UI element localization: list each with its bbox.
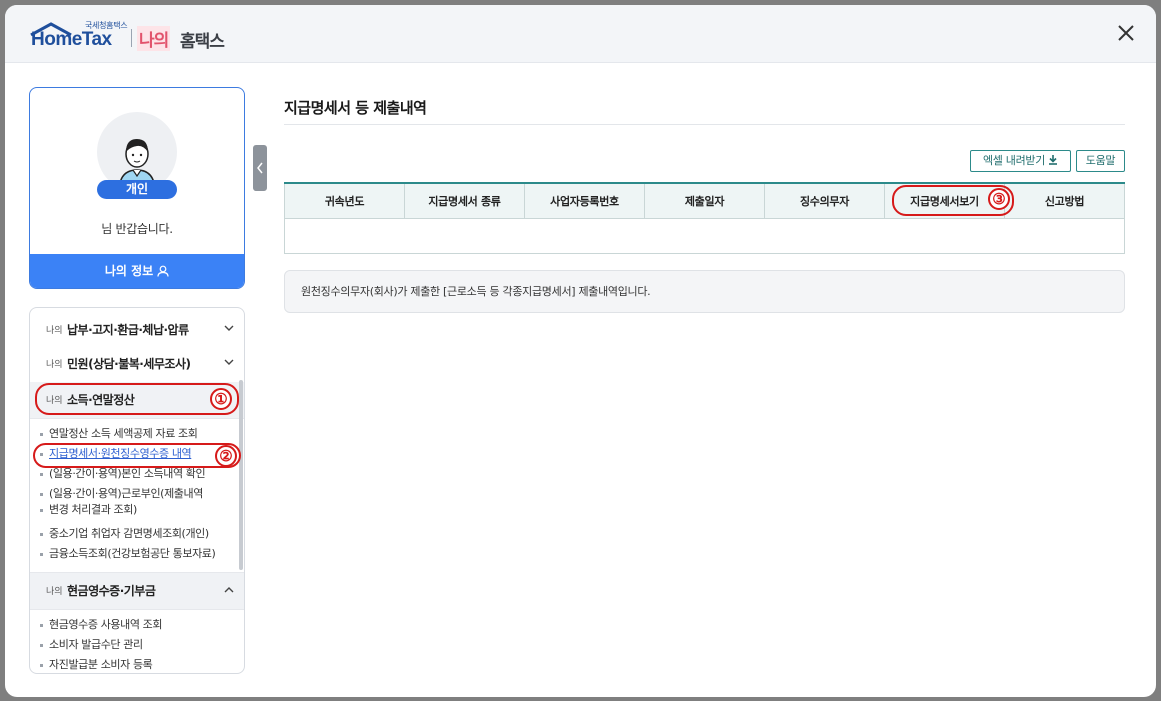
modal-header: 국세청홈택스 HomeTax 나의 홈택스 [5, 5, 1156, 63]
menu-section-payment[interactable]: 나의 납부·고지·환급·체납·압류 [30, 312, 244, 348]
annotation-number-3: ③ [988, 188, 1010, 210]
my-info-label: 나의 정보 [104, 264, 154, 278]
download-icon [1049, 155, 1058, 165]
logo-mine: 나의 [137, 26, 171, 51]
sidebar-collapse-toggle[interactable] [253, 145, 267, 191]
close-button[interactable] [1114, 21, 1138, 45]
submenu-item[interactable]: 금융소득조회(건강보험공단 통보자료) [40, 546, 216, 562]
annotation-oval-1 [35, 383, 239, 415]
submenu-item[interactable]: 소비자 발급수단 관리 [40, 637, 143, 653]
chevron-down-icon [224, 359, 234, 365]
menu-prefix: 나의 [46, 360, 63, 370]
logo-hometax-text: 홈택스 [180, 32, 225, 52]
chevron-up-icon [224, 587, 234, 593]
submenu-item-continuation[interactable]: 변경 처리결과 조회) [40, 502, 137, 518]
help-button[interactable]: 도움말 [1076, 150, 1125, 172]
table-empty-row [284, 217, 1125, 254]
greeting-text: 님 반갑습니다. [101, 222, 173, 236]
annotation-number-1: ① [210, 388, 232, 410]
my-info-button[interactable]: 나의 정보 [30, 254, 244, 288]
annotation-number-2: ② [215, 445, 237, 467]
menu-section-cash-receipt[interactable]: 나의 현금영수증·기부금 [30, 573, 244, 609]
submenu-item[interactable]: 현금영수증 사용내역 조회 [40, 617, 163, 633]
column-header[interactable]: 사업자등록번호 [524, 182, 645, 219]
column-header[interactable]: 귀속년도 [284, 182, 405, 219]
menu-scroll-area[interactable]: 나의 납부·고지·환급·체납·압류 나의 민원(상담·불복·세무조사) 나의 소… [30, 308, 244, 673]
user-type-badge: 개인 [97, 180, 177, 199]
submenu-item[interactable]: (일용·간이·용역)근로부인(제출내역 [40, 486, 203, 502]
title-divider [284, 124, 1125, 125]
menu-section-civil[interactable]: 나의 민원(상담·불복·세무조사) [30, 346, 244, 382]
empty-cell [284, 217, 1125, 254]
menu-scrollbar[interactable] [239, 380, 243, 570]
column-header[interactable]: 징수의무자 [764, 182, 885, 219]
sidebar-menu: 나의 납부·고지·환급·체납·압류 나의 민원(상담·불복·세무조사) 나의 소… [29, 307, 245, 674]
notice-box: 원천징수의무자(회사)가 제출한 [근로소득 등 각종지급명세서] 제출내역입니… [284, 270, 1125, 313]
column-header[interactable]: 지급명세서 종류 [404, 182, 525, 219]
my-hometax-modal: 국세청홈택스 HomeTax 나의 홈택스 개인 님 반갑습니다. 나의 정보 … [5, 5, 1156, 697]
hometax-logo[interactable]: 국세청홈택스 HomeTax 나의 홈택스 [29, 20, 239, 52]
column-header[interactable]: 신고방법 [1004, 182, 1125, 219]
submenu-item[interactable]: 자진발급분 소비자 등록 [40, 657, 153, 673]
menu-section-label: 민원(상담·불복·세무조사) [67, 357, 191, 371]
submenu-item[interactable]: 중소기업 취업자 감면명세조회(개인) [40, 526, 209, 542]
person-icon [157, 265, 169, 277]
excel-download-button[interactable]: 엑셀 내려받기 [970, 150, 1071, 172]
logo-divider [131, 29, 132, 47]
excel-download-label: 엑셀 내려받기 [982, 154, 1046, 167]
column-header[interactable]: 제출일자 [644, 182, 765, 219]
menu-prefix: 나의 [46, 587, 63, 597]
profile-card: 개인 님 반갑습니다. 나의 정보 [29, 87, 245, 289]
chevron-down-icon [224, 325, 234, 331]
menu-divider [30, 609, 244, 610]
menu-section-label: 현금영수증·기부금 [67, 584, 156, 598]
menu-section-label: 납부·고지·환급·체납·압류 [67, 323, 189, 337]
submenu-item[interactable]: (일용·간이·용역)본인 소득내역 확인 [40, 466, 206, 482]
close-icon [1118, 25, 1134, 41]
submenu-item[interactable]: 연말정산 소득 세액공제 자료 조회 [40, 426, 198, 442]
page-title: 지급명세서 등 제출내역 [284, 99, 427, 117]
menu-divider [30, 418, 244, 419]
chevron-left-icon [257, 162, 263, 174]
menu-prefix: 나의 [46, 326, 63, 336]
annotation-oval-2 [33, 443, 241, 468]
logo-brand: HomeTax [31, 29, 112, 50]
